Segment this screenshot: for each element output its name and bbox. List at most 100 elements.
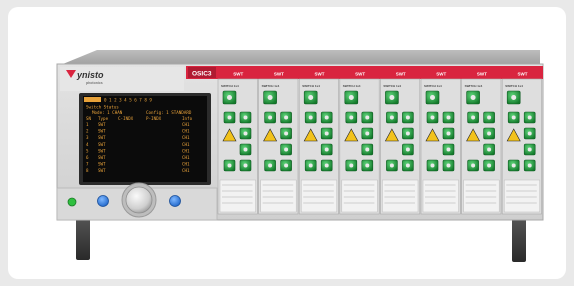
module-slot: SWITCH 1x4 <box>501 78 542 215</box>
screen-row-info: CH1 <box>182 162 190 167</box>
connector-port <box>324 147 329 152</box>
rotary-knob[interactable] <box>125 186 153 214</box>
connector-port <box>227 163 232 168</box>
module-slot: SWITCH 1x4 <box>258 78 299 215</box>
connector-port <box>446 115 451 120</box>
col-type: Type <box>98 116 109 121</box>
module-name: SWITCH 1x4 <box>383 84 401 88</box>
connector-port <box>511 95 517 100</box>
screen-row-type: SWT <box>98 155 106 160</box>
connector-port <box>527 131 532 136</box>
instrument-photo: ynisto photonics OSIC3 0 1 2 3 4 5 6 7 8… <box>56 50 544 262</box>
screen-row-info: CH1 <box>182 168 190 173</box>
connector-port <box>348 95 354 100</box>
connector-port <box>308 115 313 120</box>
connector-port <box>284 163 289 168</box>
connector-port <box>227 95 232 100</box>
screen-row-type: SWT <box>98 129 106 134</box>
connector-port <box>324 131 329 136</box>
connector-port <box>365 131 370 136</box>
screen-row-type: SWT <box>98 168 106 173</box>
screen-row-info: CH1 <box>182 129 190 134</box>
module-slot: SWITCH 1x4 <box>339 78 380 215</box>
screen-row-type: SWT <box>98 135 106 140</box>
connector-port <box>365 115 370 120</box>
connector-port <box>324 115 329 120</box>
connector-port <box>430 115 435 120</box>
slot-label: SWT <box>396 72 406 77</box>
connector-port <box>471 115 476 120</box>
module-name: SWITCH 1x4 <box>465 84 483 88</box>
connector-port <box>405 115 410 120</box>
connector-port <box>243 147 248 152</box>
connector-port <box>487 163 492 168</box>
connector-port <box>268 163 273 168</box>
screen-mode: Mode: 1 CHAN <box>92 110 123 115</box>
connector-port <box>243 131 248 136</box>
connector-port <box>389 163 394 168</box>
module-slot: SWITCH 1x4 <box>461 78 502 215</box>
connector-port <box>470 95 476 100</box>
module-slot: SWITCH 1x4 <box>298 78 339 215</box>
connector-port <box>349 115 354 120</box>
screen-tab-active[interactable] <box>84 97 101 102</box>
connector-port <box>389 115 394 120</box>
connector-port <box>405 163 410 168</box>
col-pindx: P-INDX <box>146 116 162 121</box>
connector-port <box>405 147 410 152</box>
screen-title: Switch Status <box>86 105 119 110</box>
connector-port <box>308 95 314 100</box>
connector-port <box>243 115 248 120</box>
screen-row-info: CH1 <box>182 155 190 160</box>
connector-port <box>284 115 289 120</box>
slot-label: SWT <box>355 72 365 77</box>
screen-config: Config: 1 STANDARD <box>146 110 192 115</box>
connector-port <box>527 163 532 168</box>
connector-port <box>511 115 516 120</box>
connector-port <box>446 147 451 152</box>
screen-row-info: CH1 <box>182 135 190 140</box>
screen-row-type: SWT <box>98 162 106 167</box>
connector-port <box>324 163 329 168</box>
chassis-label: OSIC3 <box>192 71 212 78</box>
connector-port <box>471 163 476 168</box>
col-cindx: C-INDX <box>118 116 134 121</box>
connector-port <box>430 163 435 168</box>
module-slot: SWITCH 1x4 <box>217 78 258 215</box>
connector-port <box>227 115 232 120</box>
connector-port <box>389 95 395 100</box>
slot-label: SWT <box>233 72 243 77</box>
connector-port <box>365 163 370 168</box>
connector-port <box>405 131 410 136</box>
connector-port <box>446 131 451 136</box>
module-name: SWITCH 1x4 <box>505 84 523 88</box>
col-info: Info <box>182 116 193 121</box>
module-name: SWITCH 1x4 <box>262 84 280 88</box>
left-button[interactable] <box>97 195 109 207</box>
col-sn: SN <box>86 116 92 121</box>
connector-port <box>511 163 516 168</box>
brand-tagline: photonics <box>86 81 103 85</box>
connector-port <box>267 95 273 100</box>
module-name: SWITCH 1x4 <box>221 84 239 88</box>
connector-port <box>349 163 354 168</box>
right-button[interactable] <box>169 195 181 207</box>
slot-label: SWT <box>315 72 325 77</box>
screen-row-type: SWT <box>98 142 106 147</box>
connector-port <box>487 131 492 136</box>
slot-label: SWT <box>518 72 528 77</box>
connector-port <box>284 147 289 152</box>
connector-port <box>446 163 451 168</box>
screen-row-type: SWT <box>98 122 106 127</box>
slot-label: SWT <box>274 72 284 77</box>
module-name: SWITCH 1x4 <box>302 84 320 88</box>
power-led[interactable] <box>67 197 77 207</box>
connector-port <box>487 115 492 120</box>
module-name: SWITCH 1x4 <box>424 84 442 88</box>
screen-tabs[interactable]: 0 1 2 3 4 5 6 7 8 9 <box>104 98 152 103</box>
connector-port <box>243 163 248 168</box>
slot-label: SWT <box>477 72 487 77</box>
module-name: SWITCH 1x4 <box>343 84 361 88</box>
slot-label: SWT <box>436 72 446 77</box>
connector-port <box>365 147 370 152</box>
